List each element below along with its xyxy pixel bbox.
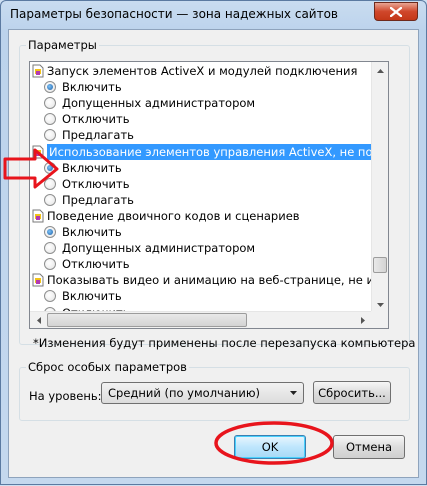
radio-unchecked-icon[interactable] — [44, 129, 56, 142]
setting-document-icon — [32, 145, 44, 158]
cancel-button[interactable]: Отмена — [333, 435, 405, 459]
ok-button-label: OK — [261, 440, 279, 454]
settings-option-label: Предлагать — [62, 192, 134, 207]
arrow-left-icon — [36, 317, 41, 324]
settings-category[interactable]: Использование элементов управления Activ… — [30, 143, 388, 160]
radio-unchecked-icon[interactable] — [44, 258, 56, 271]
radio-unchecked-icon[interactable] — [44, 177, 56, 190]
settings-option-label: Отключить — [62, 112, 130, 127]
arrow-down-icon — [377, 302, 384, 307]
level-select-value: Средний (по умолчанию) — [108, 386, 261, 400]
settings-option[interactable]: Предлагать — [30, 192, 371, 208]
reset-button-label: Сбросить... — [318, 385, 386, 400]
cancel-button-label: Отмена — [345, 440, 393, 454]
scroll-up-button[interactable] — [372, 62, 388, 79]
scroll-right-button[interactable] — [354, 312, 371, 328]
window-title: Параметры безопасности — зона надежных с… — [10, 7, 339, 21]
radio-unchecked-icon[interactable] — [44, 193, 56, 206]
radio-unchecked-icon[interactable] — [44, 242, 56, 255]
setting-document-icon — [32, 209, 44, 223]
horizontal-scrollbar[interactable] — [30, 311, 371, 328]
ok-button[interactable]: OK — [234, 435, 306, 459]
arrow-up-icon — [377, 68, 384, 73]
settings-option[interactable]: Отключить — [30, 176, 371, 192]
close-icon — [390, 6, 402, 17]
settings-category-label: Запуск элементов ActiveX и модулей подкл… — [47, 64, 358, 78]
radio-unchecked-icon[interactable] — [44, 97, 56, 110]
dialog-body: Параметры Запуск элементов ActiveX и мод… — [8, 29, 419, 478]
radio-unchecked-icon[interactable] — [44, 290, 56, 303]
settings-category-label: Показывать видео и анимацию на веб-стран… — [47, 273, 389, 288]
title-bar[interactable]: Параметры безопасности — зона надежных с… — [1, 1, 426, 29]
settings-option-label: Отключить — [62, 257, 130, 272]
setting-document-icon — [32, 64, 44, 78]
close-button[interactable] — [374, 2, 418, 21]
settings-option[interactable]: Отключить — [30, 111, 371, 127]
settings-option-label: Допущенных администратором — [62, 241, 256, 256]
settings-option-label: Включить — [62, 225, 122, 239]
setting-document-icon — [32, 273, 44, 287]
settings-category-label: Поведение двоичного кодов и сценариев — [47, 208, 300, 223]
scroll-left-button[interactable] — [30, 312, 47, 328]
reset-group-label: Сброс особых параметров — [26, 360, 189, 374]
settings-list[interactable]: Запуск элементов ActiveX и модулей подкл… — [29, 61, 389, 329]
settings-option-label: Включить — [62, 80, 122, 95]
settings-option-label: Включить — [62, 289, 122, 304]
settings-group-label: Параметры — [26, 38, 99, 52]
reset-button[interactable]: Сбросить... — [313, 381, 391, 404]
arrow-right-icon — [360, 317, 365, 324]
security-settings-dialog: Параметры безопасности — зона надежных с… — [0, 0, 427, 485]
restart-note: *Изменения будут применены после перезап… — [33, 336, 416, 350]
settings-option[interactable]: Включить — [30, 79, 371, 95]
settings-option-label: Предлагать — [62, 128, 134, 143]
radio-checked-icon[interactable] — [44, 81, 56, 94]
settings-option[interactable]: Отключить — [30, 256, 371, 272]
settings-option[interactable]: Допущенных администратором — [30, 95, 371, 111]
settings-category[interactable]: Запуск элементов ActiveX и модулей подкл… — [30, 63, 371, 79]
settings-option-label: Отключить — [62, 176, 130, 191]
settings-option[interactable]: Включить — [30, 224, 371, 240]
vertical-scrollbar[interactable] — [371, 62, 388, 313]
settings-category-label: Использование элементов управления Activ… — [47, 143, 388, 160]
level-select[interactable]: Средний (по умолчанию) — [101, 382, 304, 404]
settings-option[interactable]: Предлагать — [30, 127, 371, 143]
settings-category[interactable]: Поведение двоичного кодов и сценариев — [30, 208, 371, 224]
radio-checked-icon[interactable] — [44, 161, 56, 174]
radio-checked-icon[interactable] — [44, 226, 56, 238]
settings-category[interactable]: Показывать видео и анимацию на веб-стран… — [30, 272, 388, 288]
settings-option[interactable]: Включить — [30, 288, 371, 304]
scrollbar-corner — [371, 311, 388, 328]
level-label: На уровень: — [29, 389, 102, 403]
scroll-thumb[interactable] — [373, 257, 387, 273]
chevron-down-icon — [290, 391, 297, 395]
radio-unchecked-icon[interactable] — [44, 113, 56, 126]
settings-option[interactable]: Включить — [30, 160, 371, 176]
settings-option-label: Допущенных администратором — [62, 96, 256, 111]
settings-option-label: Включить — [62, 160, 122, 175]
settings-option[interactable]: Допущенных администратором — [30, 240, 371, 256]
horizontal-scroll-thumb[interactable] — [47, 313, 247, 327]
